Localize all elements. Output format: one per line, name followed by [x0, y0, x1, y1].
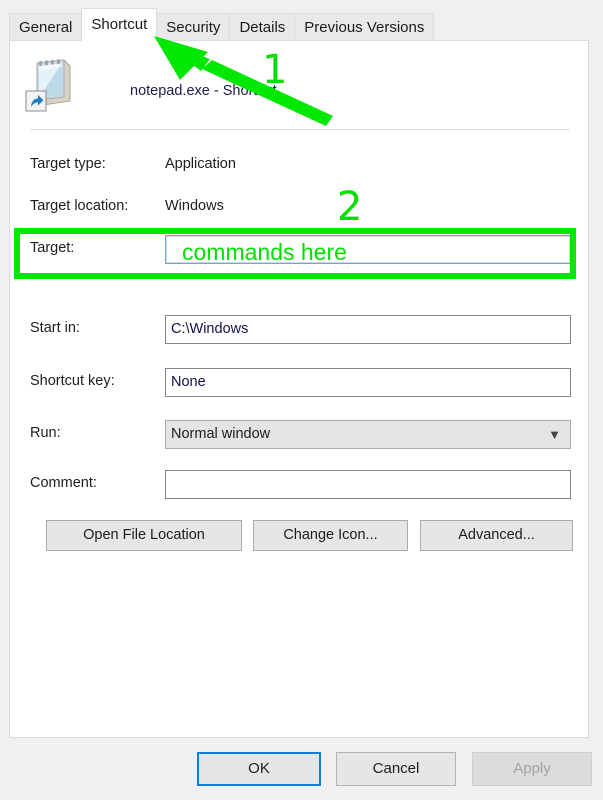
shortcut-key-input[interactable]: None — [165, 368, 571, 397]
tab-general[interactable]: General — [9, 13, 83, 40]
tab-shortcut[interactable]: Shortcut — [81, 8, 158, 41]
start-in-input[interactable]: C:\Windows — [165, 315, 571, 344]
chevron-down-icon: ▼ — [548, 427, 561, 442]
tab-strip: General Shortcut Security Details Previo… — [9, 8, 435, 41]
run-value: Normal window — [171, 426, 271, 442]
dialog-footer: OK Cancel Apply — [0, 752, 603, 792]
ok-button[interactable]: OK — [197, 752, 321, 786]
target-label: Target: — [30, 240, 75, 256]
row-comment: Comment: — [10, 468, 588, 499]
shortcut-action-buttons: Open File Location Change Icon... Advanc… — [10, 520, 588, 554]
target-location-label: Target location: — [30, 198, 129, 214]
start-in-label: Start in: — [30, 320, 80, 336]
run-label: Run: — [30, 425, 61, 441]
annotation-step-one: 1 — [262, 47, 288, 93]
row-shortcut-key: Shortcut key: None — [10, 366, 588, 397]
target-location-value: Windows — [165, 198, 224, 214]
shortcut-title: notepad.exe - Shortcut — [130, 83, 277, 99]
change-icon-button[interactable]: Change Icon... — [253, 520, 408, 551]
annotation-target-overlay-text: commands here — [182, 239, 347, 265]
row-start-in: Start in: C:\Windows — [10, 313, 588, 344]
apply-button[interactable]: Apply — [472, 752, 592, 786]
shortcut-key-label: Shortcut key: — [30, 373, 115, 389]
shortcut-header: notepad.exe - Shortcut — [10, 49, 588, 121]
row-target-location: Target location: Windows — [10, 191, 588, 221]
tab-security[interactable]: Security — [156, 13, 231, 40]
open-file-location-button[interactable]: Open File Location — [46, 520, 242, 551]
target-type-label: Target type: — [30, 156, 106, 172]
annotation-step-two: 2 — [337, 184, 363, 230]
header-divider — [30, 129, 570, 130]
shortcut-tab-panel: notepad.exe - Shortcut Target type: Appl… — [9, 40, 589, 738]
row-target-type: Target type: Application — [10, 149, 588, 179]
target-type-value: Application — [165, 156, 236, 172]
run-dropdown[interactable]: Normal window ▼ — [165, 420, 571, 449]
advanced-button[interactable]: Advanced... — [420, 520, 573, 551]
cancel-button[interactable]: Cancel — [336, 752, 456, 786]
comment-input[interactable] — [165, 470, 571, 499]
notepad-shortcut-icon — [24, 57, 78, 113]
tab-previous-versions[interactable]: Previous Versions — [294, 13, 435, 40]
row-run: Run: Normal window ▼ — [10, 418, 588, 449]
comment-label: Comment: — [30, 475, 97, 491]
tab-details[interactable]: Details — [229, 13, 296, 40]
